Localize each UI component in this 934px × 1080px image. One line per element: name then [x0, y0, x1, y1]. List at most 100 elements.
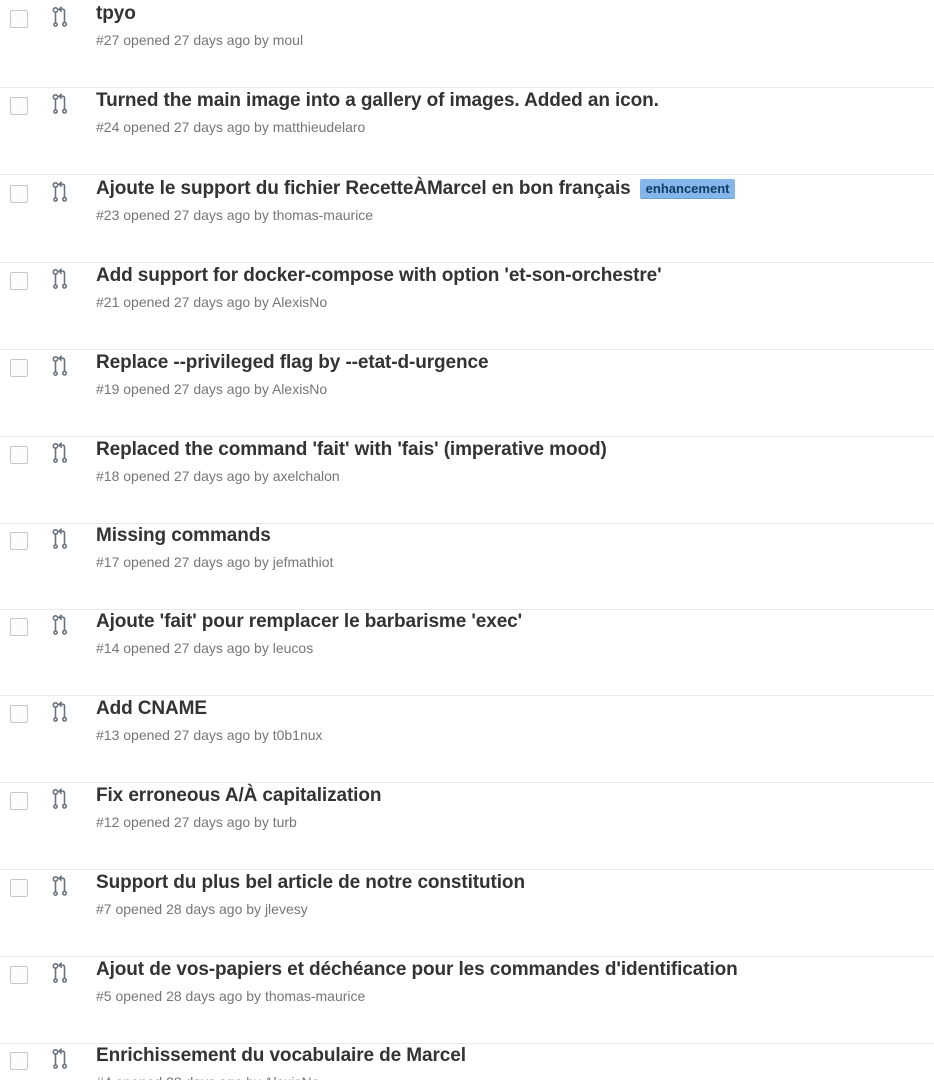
select-checkbox[interactable]: [10, 97, 28, 115]
pull-request-row: Replace --privileged flag by --etat-d-ur…: [0, 350, 934, 437]
git-pull-request-icon: [52, 701, 68, 723]
pull-request-number: #19: [96, 381, 120, 397]
title-line: Fix erroneous A/À capitalization: [96, 785, 381, 807]
title-line: Replace --privileged flag by --etat-d-ur…: [96, 352, 489, 374]
pull-request-meta: #13 opened 27 days ago by t0b1nux: [96, 727, 323, 743]
select-checkbox[interactable]: [10, 705, 28, 723]
git-pull-request-icon: [52, 442, 68, 464]
pull-request-row: Ajout de vos-papiers et déchéance pour l…: [0, 957, 934, 1044]
pull-request-title-link[interactable]: tpyo: [96, 3, 136, 25]
pull-request-meta: #7 opened 28 days ago by jlevesy: [96, 901, 308, 917]
git-pull-request-icon: [52, 962, 68, 984]
title-line: Missing commands: [96, 525, 271, 547]
author-link[interactable]: AlexisNo: [264, 1074, 319, 1080]
author-link[interactable]: t0b1nux: [273, 727, 323, 743]
pull-request-title-link[interactable]: Add support for docker-compose with opti…: [96, 265, 662, 287]
pull-request-meta: #27 opened 27 days ago by moul: [96, 32, 303, 48]
pull-request-title-link[interactable]: Support du plus bel article de notre con…: [96, 872, 525, 894]
git-pull-request-icon: [52, 93, 68, 115]
pull-request-number: #24: [96, 119, 120, 135]
opened-text: opened 27 days ago by: [123, 640, 269, 656]
select-checkbox[interactable]: [10, 10, 28, 28]
pull-request-title-link[interactable]: Ajoute 'fait' pour remplacer le barbaris…: [96, 611, 522, 633]
pull-request-meta: #12 opened 27 days ago by turb: [96, 814, 297, 830]
pull-request-number: #12: [96, 814, 120, 830]
git-pull-request-icon: [52, 1048, 68, 1070]
pull-request-number: #7: [96, 901, 112, 917]
git-pull-request-icon: [52, 528, 68, 550]
opened-text: opened 27 days ago by: [123, 381, 269, 397]
select-checkbox[interactable]: [10, 879, 28, 897]
pull-request-meta: #18 opened 27 days ago by axelchalon: [96, 468, 340, 484]
git-pull-request-icon: [52, 875, 68, 897]
opened-text: opened 28 days ago by: [115, 901, 262, 917]
pull-request-meta: #19 opened 27 days ago by AlexisNo: [96, 381, 327, 397]
pull-request-title-link[interactable]: Ajoute le support du fichier RecetteÀMar…: [96, 178, 631, 200]
title-line: tpyo: [96, 3, 136, 25]
author-link[interactable]: axelchalon: [273, 468, 340, 484]
pull-request-title-link[interactable]: Replaced the command 'fait' with 'fais' …: [96, 439, 607, 461]
author-link[interactable]: jlevesy: [265, 901, 308, 917]
pull-request-meta: #21 opened 27 days ago by AlexisNo: [96, 294, 327, 310]
pull-request-title-link[interactable]: Enrichissement du vocabulaire de Marcel: [96, 1045, 466, 1067]
select-checkbox[interactable]: [10, 532, 28, 550]
title-line: Add CNAME: [96, 698, 207, 720]
author-link[interactable]: AlexisNo: [272, 294, 327, 310]
pull-request-row: Replaced the command 'fait' with 'fais' …: [0, 437, 934, 524]
pull-request-title-link[interactable]: Turned the main image into a gallery of …: [96, 90, 659, 112]
pull-request-list: tpyo #27 opened 27 days ago by moul Turn: [0, 0, 934, 1080]
pull-request-row: Add CNAME #13 opened 27 days ago by t0b1…: [0, 696, 934, 783]
pull-request-row: tpyo #27 opened 27 days ago by moul: [0, 1, 934, 88]
pull-request-row: Add support for docker-compose with opti…: [0, 263, 934, 350]
select-checkbox[interactable]: [10, 1052, 28, 1070]
title-line: Support du plus bel article de notre con…: [96, 872, 525, 894]
title-line: Add support for docker-compose with opti…: [96, 265, 662, 287]
author-link[interactable]: leucos: [273, 640, 313, 656]
pull-request-row: Ajoute 'fait' pour remplacer le barbaris…: [0, 609, 934, 696]
title-line: Replaced the command 'fait' with 'fais' …: [96, 439, 607, 461]
opened-text: opened 27 days ago by: [123, 468, 269, 484]
title-line: Ajoute 'fait' pour remplacer le barbaris…: [96, 611, 522, 633]
select-checkbox[interactable]: [10, 966, 28, 984]
pull-request-row: Ajoute le support du fichier RecetteÀMar…: [0, 176, 934, 263]
pull-request-number: #27: [96, 32, 120, 48]
select-checkbox[interactable]: [10, 272, 28, 290]
pull-request-row: Fix erroneous A/À capitalization #12 ope…: [0, 783, 934, 870]
git-pull-request-icon: [52, 6, 68, 28]
pull-request-title-link[interactable]: Missing commands: [96, 525, 271, 547]
git-pull-request-icon: [52, 614, 68, 636]
pull-request-number: #13: [96, 727, 120, 743]
pull-request-number: #5: [96, 988, 112, 1004]
git-pull-request-icon: [52, 181, 68, 203]
title-line: Enrichissement du vocabulaire de Marcel: [96, 1045, 466, 1067]
pull-request-number: #23: [96, 207, 120, 223]
pull-request-title-link[interactable]: Fix erroneous A/À capitalization: [96, 785, 381, 807]
git-pull-request-icon: [52, 355, 68, 377]
author-link[interactable]: moul: [273, 32, 303, 48]
opened-text: opened 27 days ago by: [123, 119, 269, 135]
author-link[interactable]: matthieudelaro: [273, 119, 366, 135]
author-link[interactable]: turb: [273, 814, 297, 830]
select-checkbox[interactable]: [10, 185, 28, 203]
opened-text: opened 27 days ago by: [123, 294, 269, 310]
pull-request-title-link[interactable]: Replace --privileged flag by --etat-d-ur…: [96, 352, 489, 374]
pull-request-title-link[interactable]: Ajout de vos-papiers et déchéance pour l…: [96, 959, 738, 981]
opened-text: opened 27 days ago by: [123, 207, 269, 223]
pull-request-meta: #23 opened 27 days ago by thomas-maurice: [96, 207, 373, 223]
select-checkbox[interactable]: [10, 446, 28, 464]
select-checkbox[interactable]: [10, 792, 28, 810]
author-link[interactable]: thomas-maurice: [273, 207, 373, 223]
label-badge[interactable]: enhancement: [639, 179, 736, 199]
title-line: Turned the main image into a gallery of …: [96, 90, 659, 112]
author-link[interactable]: thomas-maurice: [265, 988, 365, 1004]
pull-request-title-link[interactable]: Add CNAME: [96, 698, 207, 720]
author-link[interactable]: jefmathiot: [273, 554, 334, 570]
pull-request-meta: #5 opened 28 days ago by thomas-maurice: [96, 988, 365, 1004]
select-checkbox[interactable]: [10, 359, 28, 377]
pull-request-meta: #4 opened 28 days ago by AlexisNo: [96, 1074, 319, 1080]
select-checkbox[interactable]: [10, 618, 28, 636]
opened-text: opened 28 days ago by: [115, 1074, 261, 1080]
author-link[interactable]: AlexisNo: [272, 381, 327, 397]
pull-request-number: #17: [96, 554, 120, 570]
pull-request-number: #4: [96, 1074, 112, 1080]
